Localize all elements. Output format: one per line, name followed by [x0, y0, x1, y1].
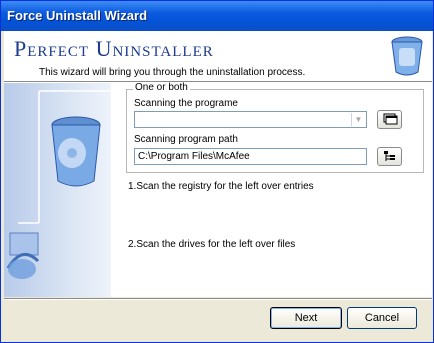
browse-path-button[interactable] — [377, 147, 402, 166]
step-drives: 2.Scan the drives for the left over file… — [128, 239, 296, 250]
chevron-down-icon[interactable]: ▼ — [351, 113, 365, 126]
footer-divider — [4, 298, 432, 300]
window-title: Force Uninstall Wizard — [7, 8, 148, 23]
wizard-side-graphic — [4, 83, 111, 297]
path-label: Scanning program path — [134, 134, 238, 145]
program-select[interactable]: ▼ — [134, 111, 367, 128]
windows-stack-icon — [383, 113, 398, 125]
program-label: Scanning the programe — [134, 98, 238, 109]
app-title: Perfect Uninstaller — [14, 36, 214, 61]
program-list-button[interactable] — [377, 110, 402, 129]
path-input[interactable]: C:\Program Files\McAfee — [134, 148, 367, 165]
step-registry: 1.Scan the registry for the left over en… — [128, 181, 314, 192]
trash-can-icon — [391, 36, 423, 76]
title-bar[interactable]: Force Uninstall Wizard — [1, 1, 433, 31]
wizard-subtitle: This wizard will bring you through the u… — [39, 67, 306, 78]
group-label: One or both — [133, 82, 190, 93]
wizard-header: Perfect Uninstaller This wizard will bri… — [4, 31, 432, 81]
next-button[interactable]: Next — [270, 307, 342, 329]
wizard-window: Force Uninstall Wizard Perfect Uninstall… — [0, 0, 434, 343]
cancel-button[interactable]: Cancel — [347, 307, 417, 329]
folder-tree-icon — [384, 151, 395, 161]
recycle-bin-illustration — [6, 90, 111, 279]
